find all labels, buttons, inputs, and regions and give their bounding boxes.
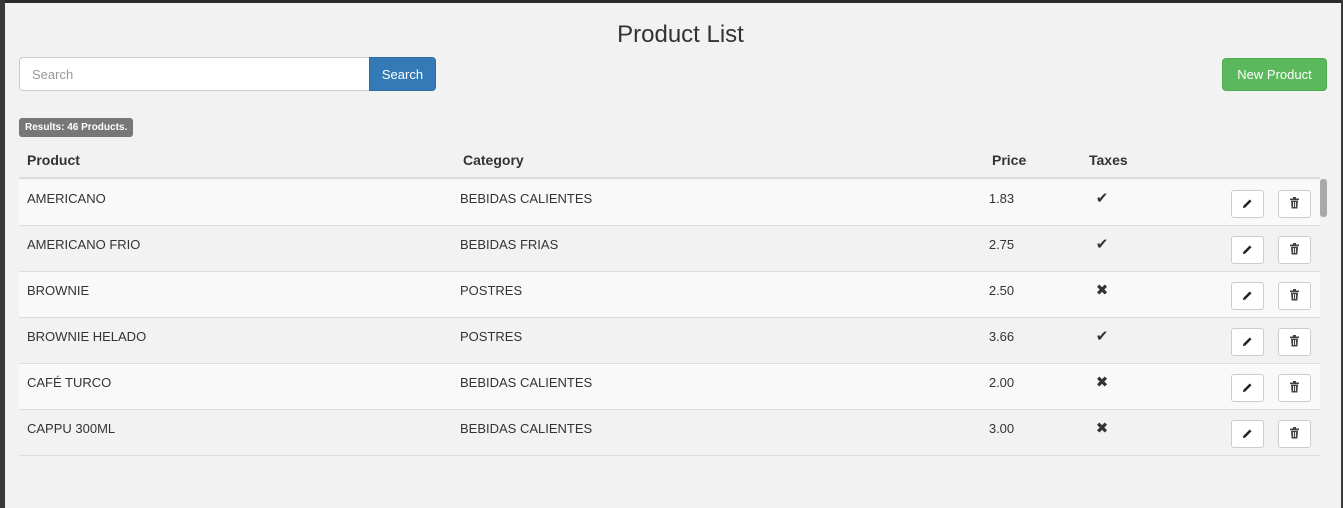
trash-icon <box>1289 426 1300 442</box>
cell-price: 2.00 <box>988 375 1015 390</box>
cell-price: 3.66 <box>988 329 1015 344</box>
table-row: AMERICANO BEBIDAS CALIENTES 1.83 ✔ <box>19 180 1320 226</box>
pencil-icon <box>1242 427 1253 442</box>
page-title: Product List <box>617 21 744 48</box>
trash-icon <box>1289 242 1300 258</box>
delete-button[interactable] <box>1278 328 1311 356</box>
cross-icon: ✖ <box>1095 420 1109 437</box>
new-product-button[interactable]: New Product <box>1222 58 1327 91</box>
header-category: Category <box>463 152 524 168</box>
delete-button[interactable] <box>1278 236 1311 264</box>
table-row: CAPPU 300ML BEBIDAS CALIENTES 3.00 ✖ <box>19 410 1320 456</box>
cell-price: 2.50 <box>988 283 1015 298</box>
table-header: Product Category Price Taxes <box>19 142 1320 179</box>
delete-button[interactable] <box>1278 420 1311 448</box>
cell-price: 3.00 <box>988 421 1015 436</box>
cell-price: 1.83 <box>988 191 1015 206</box>
cell-product: CAPPU 300ML <box>27 421 116 436</box>
cell-category: BEBIDAS CALIENTES <box>460 191 593 206</box>
delete-button[interactable] <box>1278 282 1311 310</box>
edit-button[interactable] <box>1231 236 1264 264</box>
pencil-icon <box>1242 197 1253 212</box>
table-row: CAFÉ TURCO BEBIDAS CALIENTES 2.00 ✖ <box>19 364 1320 410</box>
table-row: AMERICANO FRIO BEBIDAS FRIAS 2.75 ✔ <box>19 226 1320 272</box>
cell-product: BROWNIE <box>27 283 90 298</box>
trash-icon <box>1289 334 1300 350</box>
delete-button[interactable] <box>1278 374 1311 402</box>
window-frame-top <box>0 0 1343 3</box>
edit-button[interactable] <box>1231 420 1264 448</box>
table-row: BROWNIE HELADO POSTRES 3.66 ✔ <box>19 318 1320 364</box>
check-icon: ✔ <box>1095 190 1109 207</box>
table-body: AMERICANO BEBIDAS CALIENTES 1.83 ✔ AMERICANO… <box>19 180 1320 456</box>
edit-button[interactable] <box>1231 282 1264 310</box>
search-button[interactable]: Search <box>369 57 436 91</box>
edit-button[interactable] <box>1231 190 1264 218</box>
table-row: BROWNIE POSTRES 2.50 ✖ <box>19 272 1320 318</box>
search-group: Search <box>19 57 436 91</box>
check-icon: ✔ <box>1095 236 1109 253</box>
cell-product: CAFÉ TURCO <box>27 375 112 390</box>
header-price: Price <box>992 152 1027 168</box>
cell-product: BROWNIE HELADO <box>27 329 147 344</box>
window-frame-left <box>0 0 5 508</box>
edit-button[interactable] <box>1231 374 1264 402</box>
cell-category: POSTRES <box>460 329 523 344</box>
cell-category: POSTRES <box>460 283 523 298</box>
cell-category: BEBIDAS CALIENTES <box>460 421 593 436</box>
pencil-icon <box>1242 335 1253 350</box>
trash-icon <box>1289 288 1300 304</box>
pencil-icon <box>1242 381 1253 396</box>
header-taxes: Taxes <box>1089 152 1128 168</box>
cell-product: AMERICANO <box>27 191 106 206</box>
results-badge: Results: 46 Products. <box>19 118 134 137</box>
search-input[interactable] <box>19 57 369 91</box>
delete-button[interactable] <box>1278 190 1311 218</box>
check-icon: ✔ <box>1095 328 1109 345</box>
cross-icon: ✖ <box>1095 374 1109 391</box>
cell-category: BEBIDAS FRIAS <box>460 237 559 252</box>
edit-button[interactable] <box>1231 328 1264 356</box>
pencil-icon <box>1242 243 1253 258</box>
pencil-icon <box>1242 289 1253 304</box>
cell-category: BEBIDAS CALIENTES <box>460 375 593 390</box>
trash-icon <box>1289 380 1300 396</box>
header-product: Product <box>27 152 80 168</box>
cross-icon: ✖ <box>1095 282 1109 299</box>
scrollbar-thumb[interactable] <box>1320 179 1327 217</box>
trash-icon <box>1289 196 1300 212</box>
cell-product: AMERICANO FRIO <box>27 237 141 252</box>
cell-price: 2.75 <box>988 237 1015 252</box>
